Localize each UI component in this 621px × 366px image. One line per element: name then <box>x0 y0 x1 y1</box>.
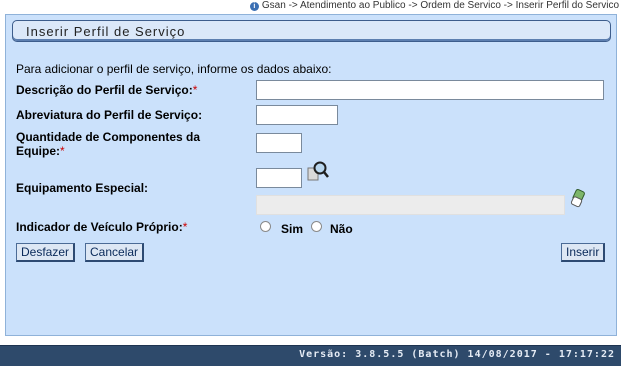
quantidade-label-line1: Quantidade de Componentes da <box>16 130 201 144</box>
descricao-label-text: Descrição do Perfil de Serviço: <box>16 83 193 97</box>
required-marker: * <box>60 144 65 158</box>
descricao-label: Descrição do Perfil de Serviço:* <box>16 83 197 97</box>
form-panel: Inserir Perfil de Serviço Para adicionar… <box>5 14 617 336</box>
breadcrumb: i Gsan -> Atendimento ao Publico -> Orde… <box>249 0 619 12</box>
veiculo-nao-radio[interactable] <box>311 221 322 232</box>
magnifier-icon[interactable] <box>307 160 329 182</box>
veiculo-label: Indicador de Veículo Próprio:* <box>16 220 187 234</box>
equipamento-code-input[interactable] <box>256 168 302 188</box>
required-marker: * <box>192 83 198 97</box>
veiculo-sim-radio[interactable] <box>260 221 271 232</box>
footer: Versão: 3.8.5.5 (Batch) 14/08/2017 - 17:… <box>0 345 621 366</box>
abreviatura-label: Abreviatura do Perfil de Serviço: <box>16 108 203 122</box>
equipamento-label: Equipamento Especial: <box>16 181 149 195</box>
desfazer-button[interactable]: Desfazer <box>16 243 76 262</box>
breadcrumb-text: Gsan -> Atendimento ao Publico -> Ordem … <box>261 0 619 11</box>
equipamento-description-input <box>256 195 565 215</box>
quantidade-input[interactable] <box>256 133 302 153</box>
title-bar: Inserir Perfil de Serviço <box>12 20 611 42</box>
quantidade-label-line2: Equipe: <box>16 144 60 158</box>
eraser-icon[interactable] <box>569 188 587 210</box>
descricao-input[interactable] <box>256 80 604 100</box>
required-marker: * <box>182 220 188 234</box>
veiculo-nao-label: Não <box>330 222 353 236</box>
quantidade-label: Quantidade de Componentes da Equipe:* <box>16 130 200 158</box>
abreviatura-input[interactable] <box>256 105 338 125</box>
inserir-button[interactable]: Inserir <box>561 243 606 262</box>
cancelar-button[interactable]: Cancelar <box>85 243 145 262</box>
version-text: Versão: 3.8.5.5 (Batch) 14/08/2017 - 17:… <box>299 349 615 360</box>
instructions-text: Para adicionar o perfil de serviço, info… <box>16 62 332 76</box>
info-icon: i <box>249 1 259 11</box>
page-title: Inserir Perfil de Serviço <box>26 24 186 39</box>
veiculo-label-text: Indicador de Veículo Próprio: <box>16 220 183 234</box>
veiculo-sim-label: Sim <box>281 222 304 236</box>
